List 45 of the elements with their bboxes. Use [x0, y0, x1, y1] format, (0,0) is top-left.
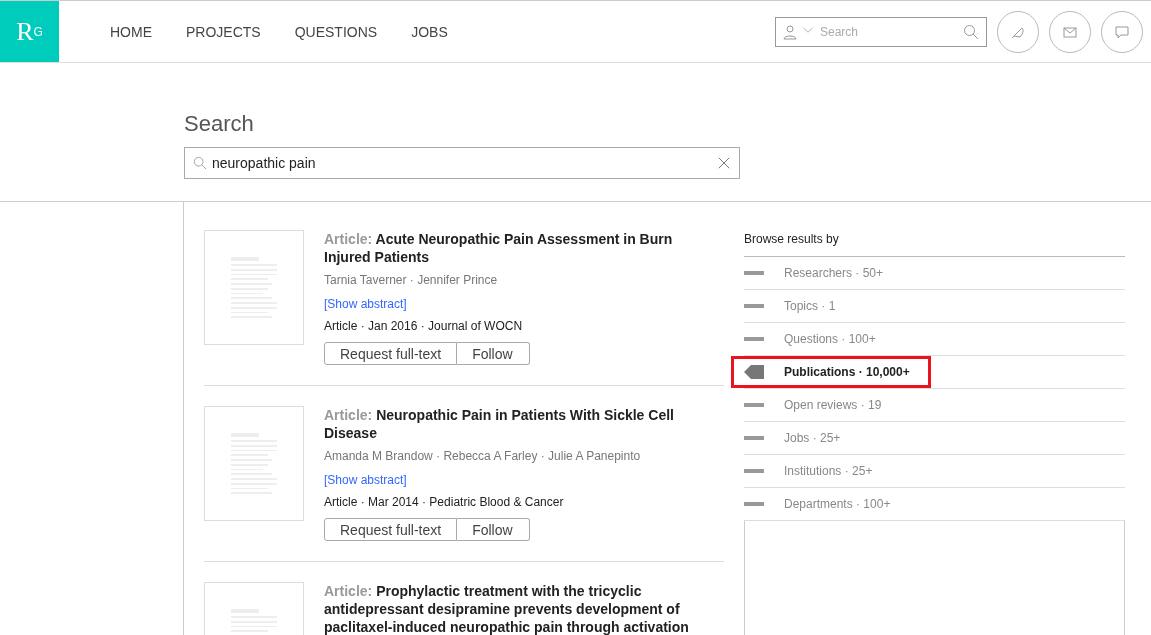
result-title[interactable]: Article: Acute Neuropathic Pain Assessment in Burn Injured Patients — [324, 230, 689, 266]
browse-item[interactable]: Questions · 100+ — [731, 323, 897, 355]
follow-button[interactable]: Follow — [457, 518, 530, 541]
show-abstract-link[interactable]: [Show abstract] — [324, 297, 407, 311]
search-icon — [963, 23, 979, 40]
result-title[interactable]: Article: Neuropathic Pain in Patients With Sickle Cell Disease — [324, 406, 689, 442]
close-icon — [717, 156, 731, 170]
result-meta: Article · Mar 2014 · Pediatric Blood & Cancer — [324, 495, 565, 509]
request-fulltext-button[interactable]: Request full-text — [324, 518, 458, 541]
dash-icon — [744, 469, 764, 473]
page-title: Search — [184, 111, 255, 137]
dash-icon — [744, 436, 764, 440]
browse-item[interactable]: Open reviews · 19 — [731, 389, 903, 421]
browse-title: Browse results by — [744, 232, 1125, 257]
nav-link[interactable]: QUESTIONS — [294, 23, 378, 40]
search-field[interactable]: neuropathic pain — [184, 147, 740, 179]
search-icon — [193, 156, 207, 170]
dash-icon — [744, 403, 764, 407]
browse-item[interactable]: Departments · 100+ — [731, 488, 912, 520]
chat-button[interactable] — [1101, 10, 1143, 53]
browse-item[interactable]: Topics · 1 — [731, 290, 857, 322]
messages-button[interactable] — [1049, 10, 1091, 53]
person-icon — [782, 23, 798, 40]
result-title[interactable]: Article: Prophylactic treatment with the tricyclic antidepressant desipramine prevents development of paclitaxel-induced neuropathic pain through activation — [324, 582, 689, 635]
dash-icon — [744, 337, 764, 341]
dash-icon — [744, 271, 764, 275]
dash-icon — [744, 304, 764, 308]
show-abstract-link[interactable]: [Show abstract] — [324, 473, 407, 487]
browse-item[interactable]: Publications · 10,000+ — [731, 356, 931, 388]
result-authors: Amanda M Brandow · Rebecca A Farley · Julie A Panepinto — [324, 449, 642, 463]
browse-item[interactable]: Jobs · 25+ — [731, 422, 862, 454]
browse-item[interactable]: Researchers · 50+ — [731, 257, 905, 289]
dash-icon — [744, 502, 764, 506]
browse-item[interactable]: Institutions · 25+ — [731, 455, 894, 487]
result-authors: Tarnia Taverner · Jennifer Prince — [324, 273, 499, 287]
search-field[interactable]: Search — [775, 16, 987, 47]
nav-link[interactable]: PROJECTS — [186, 23, 261, 40]
notifications-button[interactable] — [997, 10, 1039, 53]
result-meta: Article · Jan 2016 · Journal of WOCN — [324, 319, 524, 333]
follow-button[interactable]: Follow — [457, 342, 530, 365]
nav-link[interactable]: JOBS — [411, 23, 448, 40]
nav-link[interactable]: HOME — [110, 23, 152, 40]
tag-icon — [744, 365, 764, 379]
speech-bubble-icon — [1114, 23, 1130, 40]
request-fulltext-button[interactable]: Request full-text — [324, 342, 458, 365]
